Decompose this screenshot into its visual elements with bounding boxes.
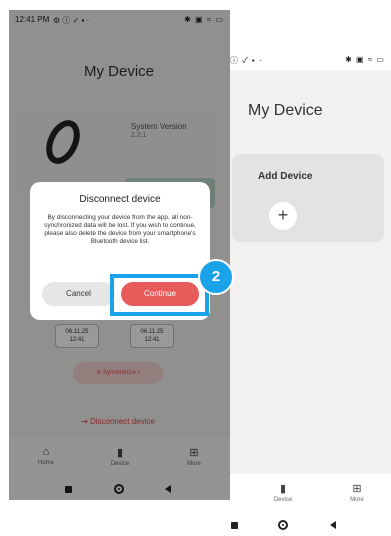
recents-button-icon[interactable] [231,522,238,529]
system-nav-bar [174,514,391,536]
dialog-title: Disconnect device [79,194,161,205]
cancel-button[interactable]: Cancel [42,282,115,306]
add-device-label: Add Device [258,171,313,182]
tab-device[interactable]: ▮ Device [258,482,308,503]
add-device-card[interactable]: Add Device + [232,154,384,242]
screenshot-canvas: ⓘ ✓ ▪ · ✱ ▣ ≈ ▭ My Device Add Device + ⌂… [0,0,391,536]
tab-more[interactable]: ⊞ More [332,482,382,503]
tab-more-label: More [350,497,364,503]
add-device-button[interactable]: + [269,202,297,230]
continue-highlight-frame [110,274,209,316]
status-icons-left: ⓘ ✓ ▪ · [230,56,263,65]
home-button-icon[interactable] [278,520,288,530]
phone-disconnect-dialog: 12:41 PM ⚙ ⓘ ✓ ▪ · ✱ ▣ ≈ ▭ My Device Sys… [9,10,230,500]
watch-icon: ▮ [279,483,287,495]
tab-device-label: Device [273,497,293,503]
dialog-message: By disconnecting your device from the ap… [44,214,196,245]
page-title: My Device [248,102,323,119]
back-button-icon[interactable] [330,521,336,529]
grid-plus-icon: ⊞ [352,483,362,495]
status-icons-right: ✱ ▣ ≈ ▭ [345,55,385,64]
step-number-badge: 2 [198,259,234,295]
